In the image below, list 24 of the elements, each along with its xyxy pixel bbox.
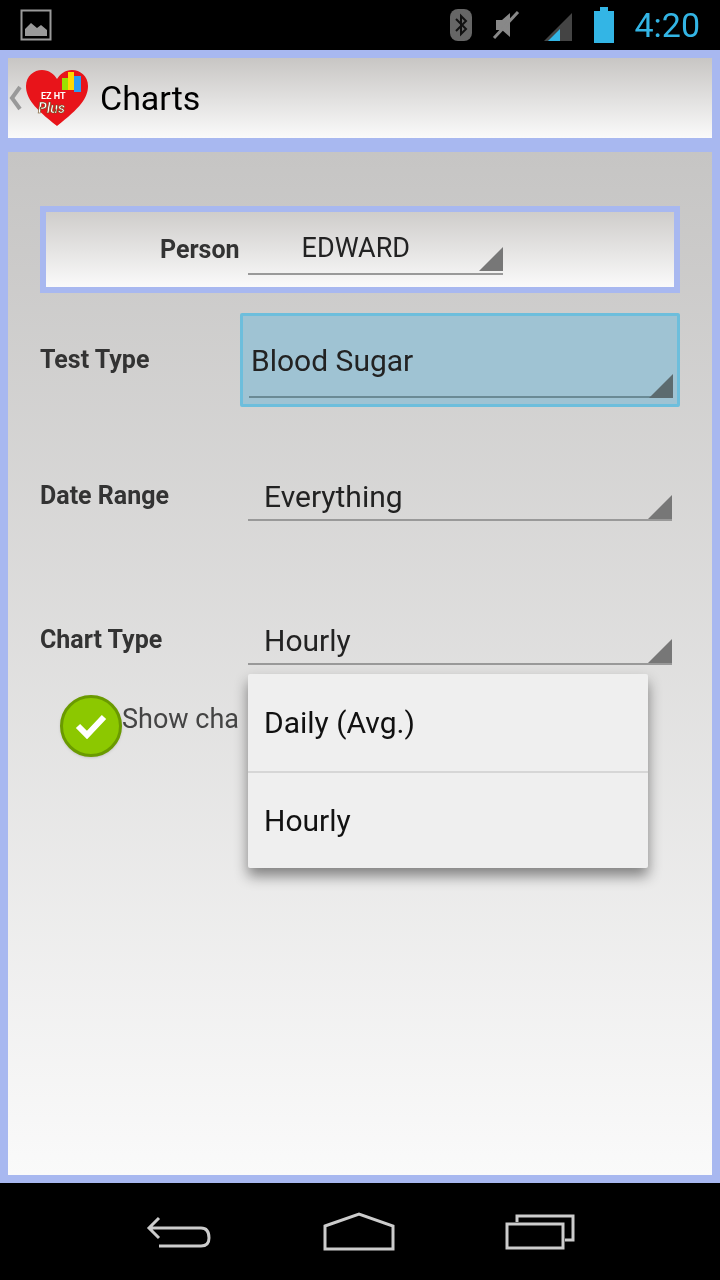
field-label: Test Type: [40, 344, 151, 377]
checkbox-label: Show cha: [122, 702, 239, 737]
mute-icon: [492, 10, 521, 40]
dropdown-corner-icon: [648, 495, 672, 519]
checkmark-icon: [75, 713, 107, 739]
home-icon[interactable]: [322, 1211, 396, 1252]
dropdown-field[interactable]: Everything: [248, 449, 672, 543]
battery-icon: [594, 7, 615, 43]
dropdown-corner-icon: [648, 639, 672, 663]
dropdown-corner-icon: [478, 246, 503, 271]
person-label: Person: [160, 233, 240, 266]
person-spinner[interactable]: EDWARD: [247, 224, 503, 275]
screen-title: Charts: [100, 76, 201, 120]
bluetooth-icon: [450, 9, 473, 41]
field-label: Date Range: [40, 480, 170, 513]
clock-time: 4:20: [634, 8, 700, 42]
recent-apps-icon[interactable]: [505, 1213, 576, 1250]
heart-logo-icon: EZ HT Plus: [24, 68, 90, 128]
dropdown-field[interactable]: Blood Sugar: [240, 313, 680, 407]
menu-item[interactable]: Hourly: [248, 771, 648, 868]
field-label: Chart Type: [40, 624, 164, 657]
dropdown-corner-icon: [649, 374, 673, 398]
checkbox[interactable]: [60, 695, 122, 757]
picture-notification-icon: [20, 9, 52, 41]
